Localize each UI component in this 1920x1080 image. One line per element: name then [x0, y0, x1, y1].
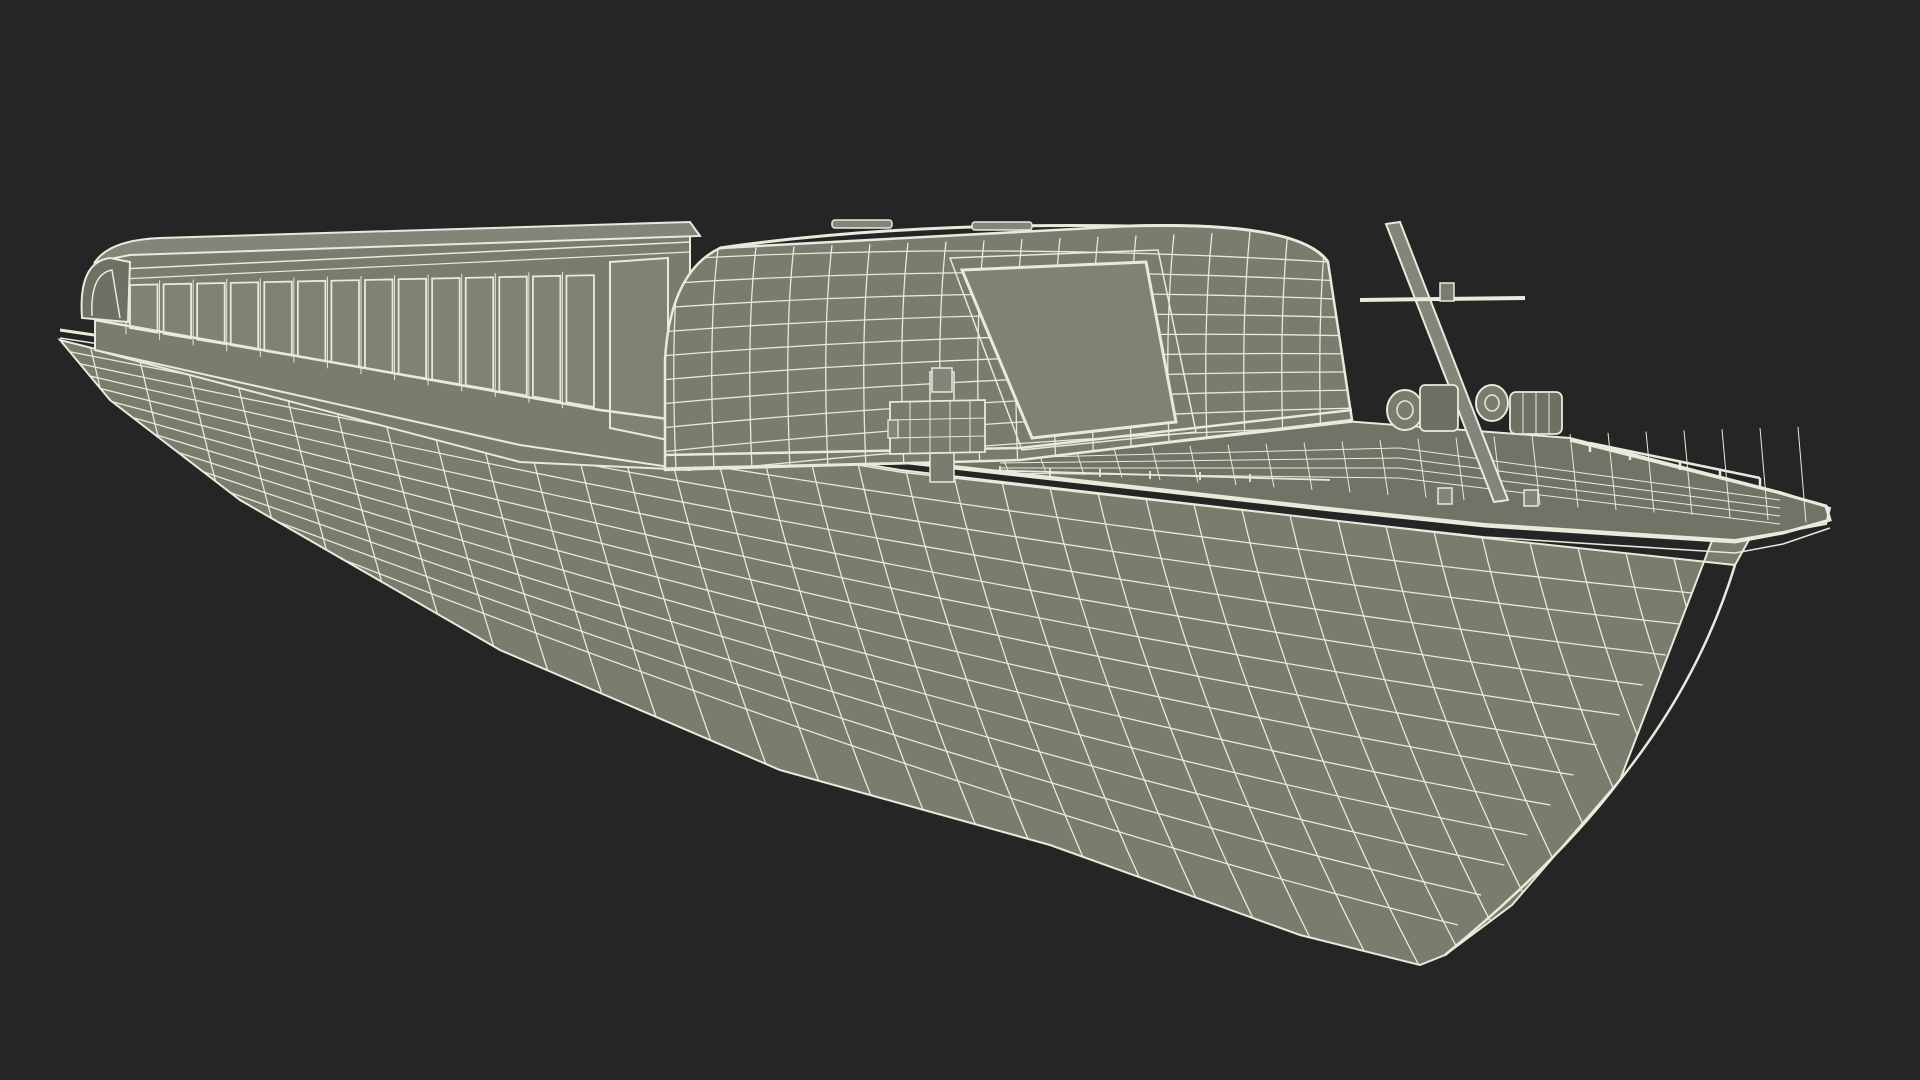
- roof-vent-1: [831, 219, 893, 229]
- cabin-window-pane: [330, 279, 360, 369]
- cabin-window-pane: [162, 282, 193, 340]
- model-render: [0, 0, 1920, 1080]
- cabin-window-pane: [464, 276, 495, 391]
- bow-bollard-1: [1437, 487, 1453, 505]
- side-lamp: [887, 419, 899, 439]
- cabin-window-pane: [196, 282, 226, 346]
- spotlight-head: [931, 367, 953, 393]
- cabin-window-pane: [296, 279, 327, 363]
- horn-right: [1475, 384, 1509, 422]
- deck-sign-1: [1419, 384, 1459, 432]
- cabin-window-pane: [565, 274, 595, 409]
- control-box: [889, 399, 986, 455]
- cabin-window-pane: [364, 278, 394, 374]
- cabin-window-pane: [263, 280, 293, 357]
- horn-left: [1386, 389, 1424, 431]
- 3d-viewport: [0, 0, 1920, 1080]
- cabin-window-pane: [531, 274, 562, 403]
- bow-bollard-2: [1523, 489, 1539, 507]
- cabin-window-pane: [129, 283, 159, 334]
- mast-light: [1439, 282, 1455, 302]
- cabin-window-pane: [431, 277, 461, 386]
- roof-vent-2: [971, 221, 1033, 231]
- cabin-window-pane: [397, 277, 428, 380]
- cabin-window-pane: [229, 281, 260, 351]
- cabin-window-pane: [498, 275, 528, 397]
